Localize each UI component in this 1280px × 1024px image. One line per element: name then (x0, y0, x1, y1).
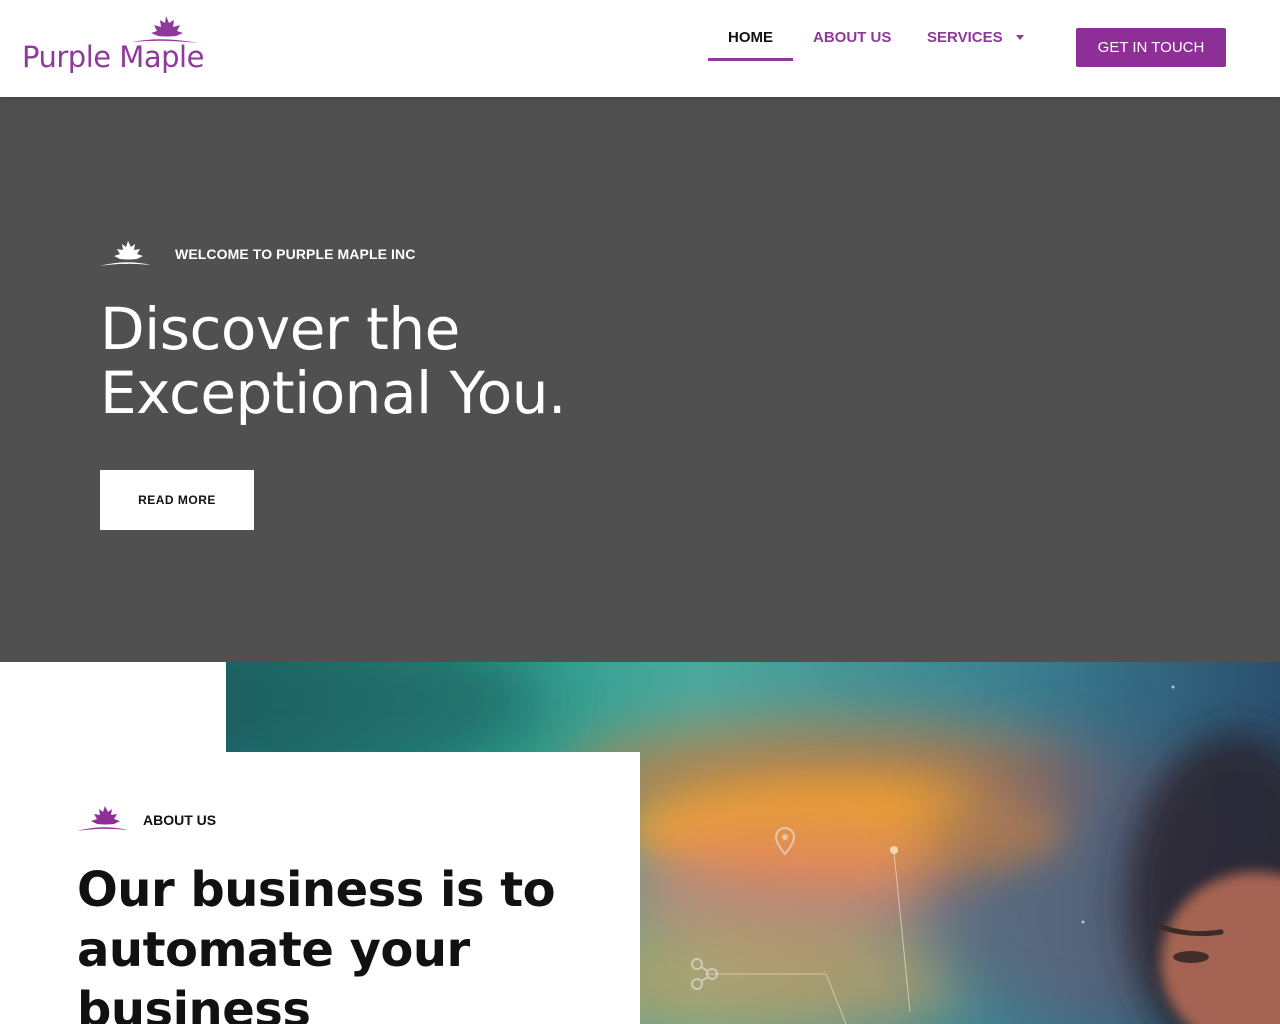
nav-item-services[interactable]: SERVICES (927, 29, 1024, 46)
about-card: ABOUT US Our business is to automate you… (0, 752, 640, 1024)
hero-title-line-2: Exceptional You. (100, 359, 566, 427)
hero-title-line-1: Discover the (100, 295, 460, 363)
maple-leaf-icon (100, 241, 151, 266)
nav-item-about-us[interactable]: ABOUT US (813, 29, 891, 46)
maple-leaf-icon (77, 806, 128, 831)
site-header: Purple Maple HOME ABOUT US SERVICES GET … (0, 0, 1280, 97)
hero-title: Discover the Exceptional You. (100, 297, 660, 425)
nav-item-services-label: SERVICES (927, 29, 1003, 46)
nav-item-home[interactable]: HOME (728, 29, 773, 46)
about-section: ABOUT US Our business is to automate you… (0, 662, 1280, 1024)
get-in-touch-button[interactable]: GET IN TOUCH (1076, 28, 1226, 67)
about-heading: Our business is to automate your busines… (77, 862, 556, 1024)
read-more-button[interactable]: READ MORE (100, 470, 254, 530)
about-eyebrow-text: ABOUT US (143, 812, 217, 828)
hero-section: WELCOME TO PURPLE MAPLE INC Discover the… (0, 97, 1280, 662)
chevron-down-icon (1015, 34, 1024, 40)
hero-eyebrow-text: WELCOME TO PURPLE MAPLE INC (175, 246, 416, 262)
brand-logo[interactable]: Purple Maple (22, 12, 212, 82)
brand-name: Purple Maple (22, 40, 204, 74)
nav-active-indicator (708, 58, 793, 61)
